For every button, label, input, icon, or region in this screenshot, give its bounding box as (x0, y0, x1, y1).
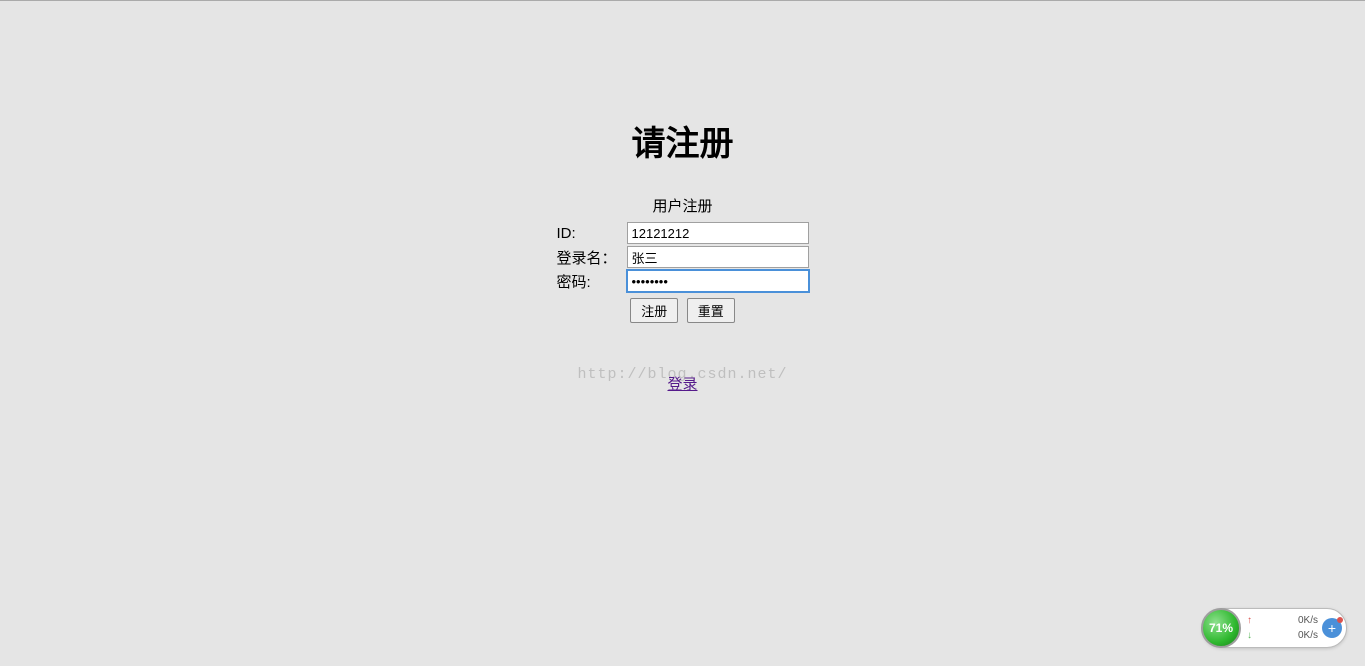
id-input[interactable] (627, 222, 809, 244)
login-link[interactable]: 登录 (667, 373, 697, 394)
plus-icon[interactable]: + (1322, 618, 1342, 638)
register-button[interactable]: 注册 (630, 298, 678, 323)
network-widget[interactable]: 71% ↑ 0K/s ↓ 0K/s + (1202, 608, 1347, 648)
password-row: 密码: (557, 270, 809, 292)
id-row: ID: (557, 222, 809, 244)
password-label: 密码: (557, 271, 627, 292)
download-stat: ↓ 0K/s (1247, 628, 1318, 643)
username-label: 登录名： (557, 247, 627, 268)
arrow-down-icon: ↓ (1247, 630, 1252, 641)
upload-stat: ↑ 0K/s (1247, 613, 1318, 628)
form-caption: 用户注册 (557, 195, 809, 216)
upload-value: 0K/s (1298, 615, 1318, 626)
watermark-area: http://blog.csdn.net/ 登录 (0, 365, 1365, 383)
download-value: 0K/s (1298, 630, 1318, 641)
button-row: 注册 重置 (557, 298, 809, 323)
register-form: 用户注册 ID: 登录名： 密码: 注册 重置 (557, 195, 809, 323)
cpu-percent-circle: 71% (1201, 608, 1241, 648)
password-input[interactable] (627, 270, 809, 292)
main-container: 请注册 用户注册 ID: 登录名： 密码: 注册 重置 http://blog.… (0, 1, 1365, 383)
page-title: 请注册 (0, 116, 1365, 165)
id-label: ID: (557, 225, 627, 242)
username-input[interactable] (627, 246, 809, 268)
reset-button[interactable]: 重置 (687, 298, 735, 323)
network-stats: ↑ 0K/s ↓ 0K/s (1241, 611, 1322, 645)
username-row: 登录名： (557, 246, 809, 268)
arrow-up-icon: ↑ (1247, 615, 1252, 626)
